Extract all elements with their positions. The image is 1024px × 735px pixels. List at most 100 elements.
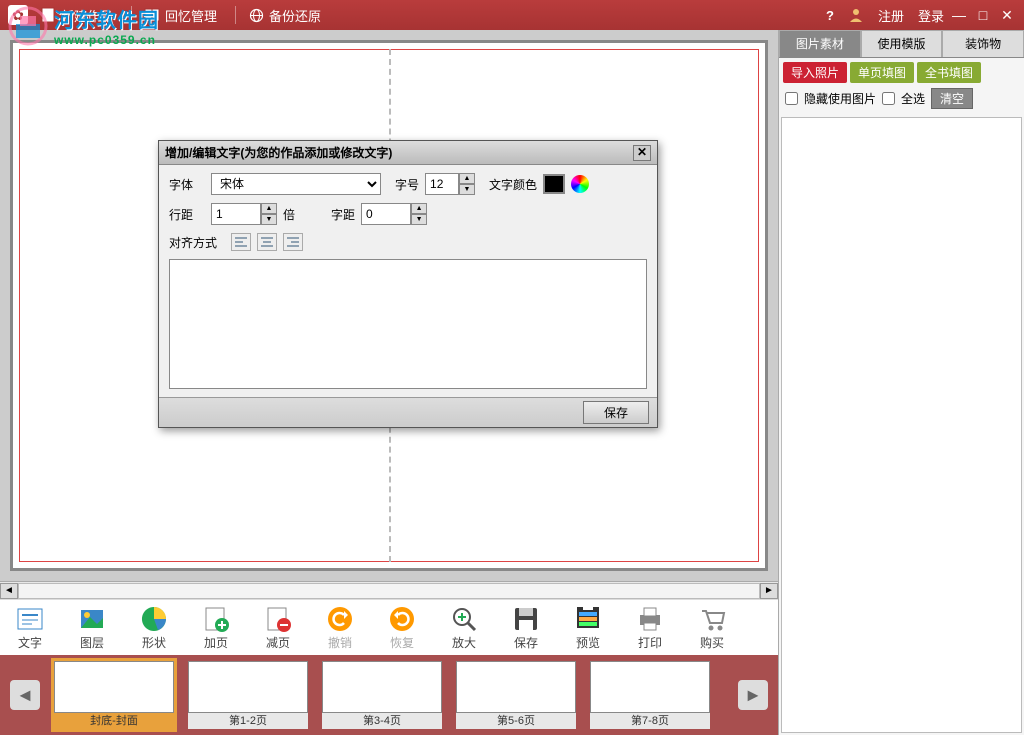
del-page-tool[interactable]: 减页 bbox=[256, 604, 300, 651]
scroll-right-button[interactable]: ► bbox=[760, 583, 778, 599]
redo-label: 恢复 bbox=[390, 634, 414, 651]
redo-tool[interactable]: 恢复 bbox=[380, 604, 424, 651]
line-spacing-input[interactable] bbox=[211, 203, 261, 225]
char-up-button[interactable]: ▲ bbox=[411, 203, 427, 214]
thumb-label: 第5-6页 bbox=[456, 713, 576, 729]
material-list[interactable] bbox=[781, 117, 1022, 733]
filmstrip-prev-button[interactable]: ◄ bbox=[10, 680, 40, 710]
maximize-button[interactable]: □ bbox=[974, 7, 992, 23]
panel-subtabs: 导入照片 单页填图 全书填图 bbox=[779, 58, 1024, 82]
size-down-button[interactable]: ▼ bbox=[459, 184, 475, 195]
add-page-label: 加页 bbox=[204, 634, 228, 651]
shape-icon bbox=[139, 604, 169, 634]
separator bbox=[235, 6, 236, 24]
backup-restore-button[interactable]: 备份还原 bbox=[248, 6, 321, 25]
font-select[interactable]: 宋体 bbox=[211, 173, 381, 195]
color-label: 文字颜色 bbox=[489, 176, 537, 193]
size-label: 字号 bbox=[395, 176, 419, 193]
char-spacing-input[interactable] bbox=[361, 203, 411, 225]
color-swatch[interactable] bbox=[543, 174, 565, 194]
line-down-button[interactable]: ▼ bbox=[261, 214, 277, 225]
tab-material[interactable]: 图片素材 bbox=[779, 30, 861, 57]
color-picker-icon[interactable] bbox=[571, 175, 589, 193]
text-content-area[interactable] bbox=[169, 259, 647, 389]
dialog-titlebar[interactable]: 增加/编辑文字(为您的作品添加或修改文字) ✕ bbox=[159, 141, 657, 165]
import-photo-button[interactable]: 导入照片 bbox=[783, 62, 847, 83]
scroll-left-button[interactable]: ◄ bbox=[0, 583, 18, 599]
close-button[interactable]: ✕ bbox=[998, 7, 1016, 24]
thumb-p56[interactable]: 第5-6页 bbox=[456, 661, 576, 729]
new-work-label: 新建作品 bbox=[61, 6, 113, 25]
zoom-icon bbox=[449, 604, 479, 634]
thumb-label: 第1-2页 bbox=[188, 713, 308, 729]
align-left-button[interactable] bbox=[231, 233, 251, 251]
scroll-track[interactable] bbox=[18, 583, 760, 599]
backup-restore-label: 备份还原 bbox=[269, 6, 321, 25]
app-logo-icon: ✿ bbox=[8, 5, 28, 25]
print-tool[interactable]: 打印 bbox=[628, 604, 672, 651]
times-label: 倍 bbox=[283, 206, 295, 223]
horizontal-scrollbar[interactable]: ◄ ► bbox=[0, 581, 778, 599]
select-all-label: 全选 bbox=[901, 90, 925, 107]
user-icon[interactable] bbox=[848, 7, 864, 23]
preview-icon bbox=[573, 604, 603, 634]
tab-decor[interactable]: 装饰物 bbox=[942, 30, 1024, 57]
text-edit-dialog: 增加/编辑文字(为您的作品添加或修改文字) ✕ 字体 宋体 字号 ▲▼ 文字颜色… bbox=[158, 140, 658, 428]
hide-used-checkbox[interactable] bbox=[785, 92, 798, 105]
thumb-label: 封底-封面 bbox=[54, 713, 174, 729]
memory-mgmt-button[interactable]: 回忆管理 bbox=[144, 6, 217, 25]
memory-mgmt-label: 回忆管理 bbox=[165, 6, 217, 25]
font-size-spinner[interactable]: ▲▼ bbox=[425, 173, 475, 195]
buy-icon bbox=[697, 604, 727, 634]
align-label: 对齐方式 bbox=[169, 234, 225, 251]
preview-label: 预览 bbox=[576, 634, 600, 651]
thumb-image bbox=[322, 661, 442, 713]
align-center-button[interactable] bbox=[257, 233, 277, 251]
help-button[interactable]: ? bbox=[826, 8, 834, 23]
login-button[interactable]: 登录 bbox=[918, 6, 944, 25]
thumb-cover[interactable]: 封底-封面 bbox=[54, 661, 174, 729]
separator bbox=[131, 6, 132, 24]
zoom-tool[interactable]: 放大 bbox=[442, 604, 486, 651]
dialog-close-button[interactable]: ✕ bbox=[633, 145, 651, 161]
layer-icon bbox=[77, 604, 107, 634]
tab-template[interactable]: 使用模版 bbox=[861, 30, 943, 57]
fill-page-button[interactable]: 单页填图 bbox=[850, 62, 914, 83]
new-work-button[interactable]: 新建作品 bbox=[40, 6, 113, 25]
fill-book-button[interactable]: 全书填图 bbox=[917, 62, 981, 83]
select-all-checkbox[interactable] bbox=[882, 92, 895, 105]
clear-button[interactable]: 清空 bbox=[931, 88, 973, 109]
thumb-p78[interactable]: 第7-8页 bbox=[590, 661, 710, 729]
del-page-label: 减页 bbox=[266, 634, 290, 651]
thumb-image bbox=[590, 661, 710, 713]
line-spacing-spinner[interactable]: ▲▼ bbox=[211, 203, 277, 225]
thumb-image bbox=[456, 661, 576, 713]
font-size-input[interactable] bbox=[425, 173, 459, 195]
undo-tool[interactable]: 撤销 bbox=[318, 604, 362, 651]
preview-tool[interactable]: 预览 bbox=[566, 604, 610, 651]
align-right-button[interactable] bbox=[283, 233, 303, 251]
thumb-p34[interactable]: 第3-4页 bbox=[322, 661, 442, 729]
dialog-save-button[interactable]: 保存 bbox=[583, 401, 649, 424]
size-up-button[interactable]: ▲ bbox=[459, 173, 475, 184]
layer-tool[interactable]: 图层 bbox=[70, 604, 114, 651]
del-page-icon bbox=[263, 604, 293, 634]
minimize-button[interactable]: — bbox=[950, 7, 968, 23]
char-down-button[interactable]: ▼ bbox=[411, 214, 427, 225]
line-up-button[interactable]: ▲ bbox=[261, 203, 277, 214]
buy-tool[interactable]: 购买 bbox=[690, 604, 734, 651]
zoom-label: 放大 bbox=[452, 634, 476, 651]
save-tool[interactable]: 保存 bbox=[504, 604, 548, 651]
shape-tool[interactable]: 形状 bbox=[132, 604, 176, 651]
add-page-icon bbox=[201, 604, 231, 634]
filmstrip-next-button[interactable]: ► bbox=[738, 680, 768, 710]
redo-icon bbox=[387, 604, 417, 634]
text-tool[interactable]: 文字 bbox=[8, 604, 52, 651]
add-page-tool[interactable]: 加页 bbox=[194, 604, 238, 651]
char-spacing-spinner[interactable]: ▲▼ bbox=[361, 203, 427, 225]
char-spacing-label: 字距 bbox=[331, 206, 355, 223]
undo-icon bbox=[325, 604, 355, 634]
titlebar: ✿ 新建作品 回忆管理 备份还原 ? 注册 登录 — □ ✕ bbox=[0, 0, 1024, 30]
thumb-p12[interactable]: 第1-2页 bbox=[188, 661, 308, 729]
register-button[interactable]: 注册 bbox=[878, 6, 904, 25]
